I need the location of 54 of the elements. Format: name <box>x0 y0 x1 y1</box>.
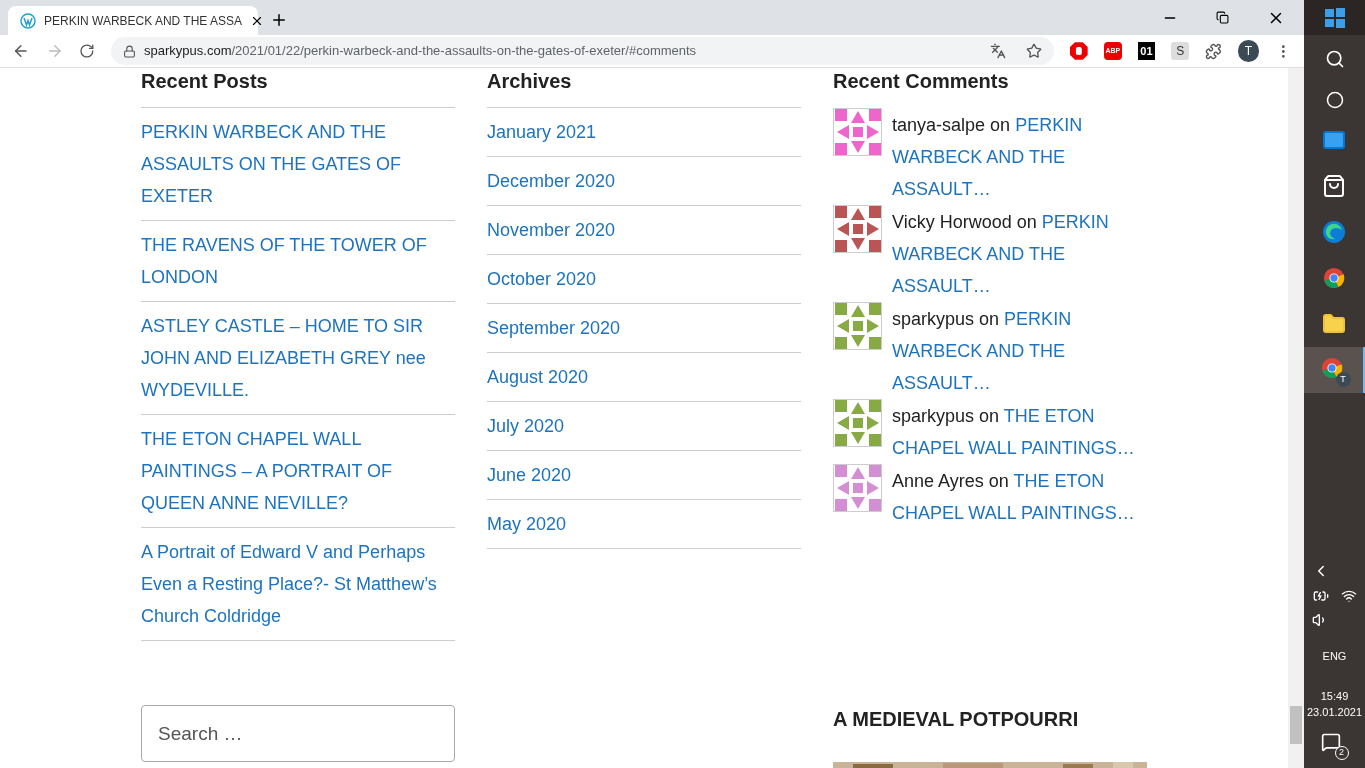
back-icon[interactable] <box>12 42 30 60</box>
comment-text: Vicky Horwood on PERKIN WARBECK AND THE ASSAULT… <box>891 211 1110 298</box>
archive-link[interactable]: August 2020 <box>487 361 801 393</box>
restore-icon[interactable] <box>1216 11 1229 24</box>
post-link[interactable]: A Portrait of Edward V and Perhaps Even a Resting Place?- St Matthew’s Church Coldridge <box>141 536 455 632</box>
tab-title: PERKIN WARBECK AND THE ASSA <box>44 12 243 30</box>
search-icon[interactable] <box>1324 49 1345 69</box>
language-indicator[interactable]: ENG <box>1322 647 1347 664</box>
extensions-icon[interactable] <box>1204 42 1222 60</box>
search-field[interactable]: Search … <box>141 705 455 762</box>
comment-text: sparkypus on PERKIN WARBECK AND THE ASSAULT… <box>891 308 1073 395</box>
chrome-icon[interactable] <box>1322 267 1345 289</box>
stop-hand-icon[interactable] <box>1070 42 1088 60</box>
section-heading: Archives <box>487 69 573 94</box>
wordpress-icon <box>20 12 36 29</box>
edge-icon[interactable] <box>1321 220 1346 244</box>
folder-icon[interactable] <box>1321 312 1346 336</box>
profile-badge: T <box>1335 372 1351 387</box>
archive-link[interactable]: May 2020 <box>487 508 801 540</box>
bookmark-star-icon[interactable] <box>1026 43 1043 59</box>
windows-icon[interactable] <box>1324 7 1345 28</box>
url-text: sparkypus.com/2021/01/22/perkin-warbeck-and-the-assaults-on-the-gates-of-exeter/#comments <box>144 42 697 61</box>
address-bar[interactable]: sparkypus.com/2021/01/22/perkin-warbeck-and-the-assaults-on-the-gates-of-exeter/#comments <box>111 37 1055 65</box>
notification-count: 2 <box>1334 746 1349 760</box>
extension-button[interactable]: S <box>1171 42 1189 60</box>
cortana-circle-icon[interactable] <box>1325 91 1344 109</box>
lock-icon <box>123 44 137 58</box>
archive-link[interactable]: June 2020 <box>487 459 801 491</box>
post-link[interactable]: THE ETON CHAPEL WALL PAINTINGS – A PORTRAIT OF QUEEN ANNE NEVILLE? <box>141 423 455 519</box>
clock[interactable]: 15:49 23.01.2021 <box>1306 688 1363 720</box>
profile-avatar[interactable]: T <box>1237 40 1260 62</box>
comment-text: tanya-salpe on PERKIN WARBECK AND THE ASSAULT… <box>891 114 1084 201</box>
store-icon[interactable] <box>1321 174 1346 198</box>
comment-text: Anne Ayres on THE ETON CHAPEL WALL PAINTINGS… <box>891 470 1136 525</box>
post-link[interactable]: PERKIN WARBECK AND THE ASSAULTS ON THE GATES OF EXETER <box>141 116 455 212</box>
new-tab-icon[interactable] <box>270 11 288 29</box>
comment-text: sparkypus on THE ETON CHAPEL WALL PAINTINGS… <box>891 405 1136 460</box>
archive-link[interactable]: January 2021 <box>487 116 801 148</box>
translate-icon[interactable] <box>990 43 1007 59</box>
archive-link[interactable]: December 2020 <box>487 165 801 197</box>
reload-icon[interactable] <box>79 43 96 59</box>
notification-button[interactable]: 2 <box>1320 732 1349 760</box>
scrollbar[interactable] <box>1288 68 1304 768</box>
post-link[interactable]: ASTLEY CASTLE – HOME TO SIR JOHN AND ELIZABETH GREY nee WYDEVILLE. <box>141 310 455 406</box>
archive-link[interactable]: November 2020 <box>487 214 801 246</box>
taskbar-app[interactable]: T <box>1304 347 1365 393</box>
extension-button[interactable]: 01 <box>1137 42 1156 60</box>
section-heading: Recent Posts <box>141 69 269 94</box>
post-link[interactable]: THE RAVENS OF THE TOWER OF LONDON <box>141 229 455 293</box>
archive-link[interactable]: September 2020 <box>487 312 801 344</box>
section-heading: Recent Comments <box>833 69 1010 94</box>
archive-link[interactable]: July 2020 <box>487 410 801 442</box>
archive-link[interactable]: October 2020 <box>487 263 801 295</box>
widget-heading: A MEDIEVAL POTPOURRI <box>833 707 1080 732</box>
